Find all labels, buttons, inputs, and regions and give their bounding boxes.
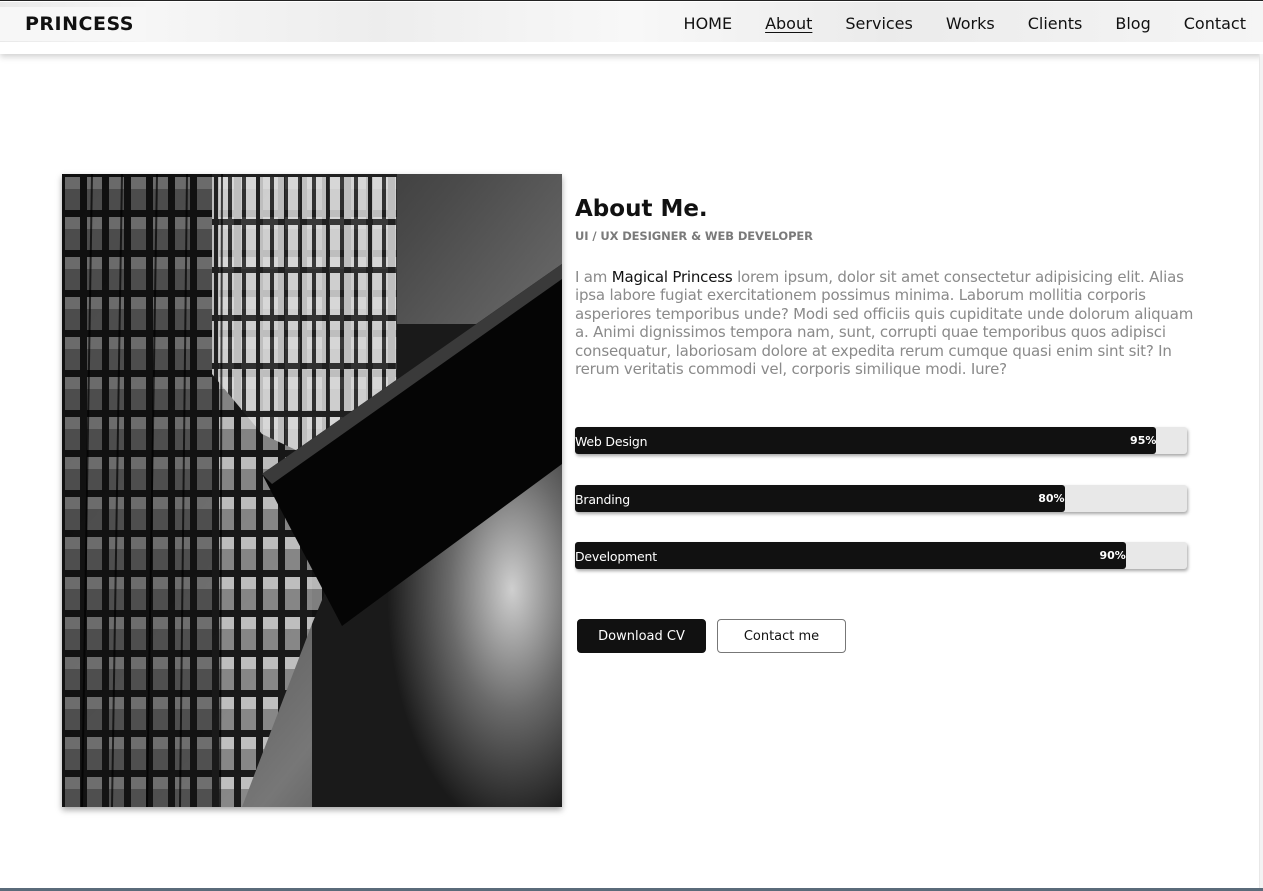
building-photo-icon	[62, 174, 562, 807]
about-description: I am Magical Princess lorem ipsum, dolor…	[575, 268, 1205, 378]
nav-item-contact[interactable]: Contact	[1184, 14, 1246, 33]
main-nav: HOME About Services Works Clients Blog C…	[651, 14, 1246, 33]
skill-bar-development: Development 90%	[575, 542, 1187, 569]
about-name: Magical Princess	[611, 268, 733, 286]
skill-fill: Web Design 95%	[575, 427, 1157, 454]
contact-me-button[interactable]: Contact me	[717, 619, 846, 653]
skill-percent: 95%	[1130, 434, 1157, 447]
skill-label: Web Design	[575, 434, 648, 449]
nav-item-about[interactable]: About	[765, 14, 812, 33]
download-cv-button[interactable]: Download CV	[577, 619, 706, 653]
skill-percent: 80%	[1038, 492, 1065, 505]
nav-item-blog[interactable]: Blog	[1115, 14, 1150, 33]
skill-label: Branding	[575, 492, 630, 507]
skill-label: Development	[575, 549, 657, 564]
nav-item-services[interactable]: Services	[845, 14, 912, 33]
nav-item-works[interactable]: Works	[946, 14, 995, 33]
skill-bar-branding: Branding 80%	[575, 485, 1187, 512]
about-title: About Me.	[575, 196, 708, 222]
skill-fill: Branding 80%	[575, 485, 1065, 512]
skill-fill: Development 90%	[575, 542, 1126, 569]
about-intro-prefix: I am	[575, 268, 612, 286]
about-photo	[62, 174, 562, 807]
skill-bar-web-design: Web Design 95%	[575, 427, 1187, 454]
nav-item-clients[interactable]: Clients	[1028, 14, 1083, 33]
scrollbar-track[interactable]	[1259, 54, 1263, 891]
skill-percent: 90%	[1099, 549, 1126, 562]
site-logo[interactable]: PRINCESS	[25, 13, 134, 35]
site-header: PRINCESS HOME About Services Works Clien…	[0, 0, 1263, 54]
nav-item-home[interactable]: HOME	[684, 14, 733, 33]
about-subtitle: UI / UX DESIGNER & WEB DEVELOPER	[575, 229, 813, 243]
